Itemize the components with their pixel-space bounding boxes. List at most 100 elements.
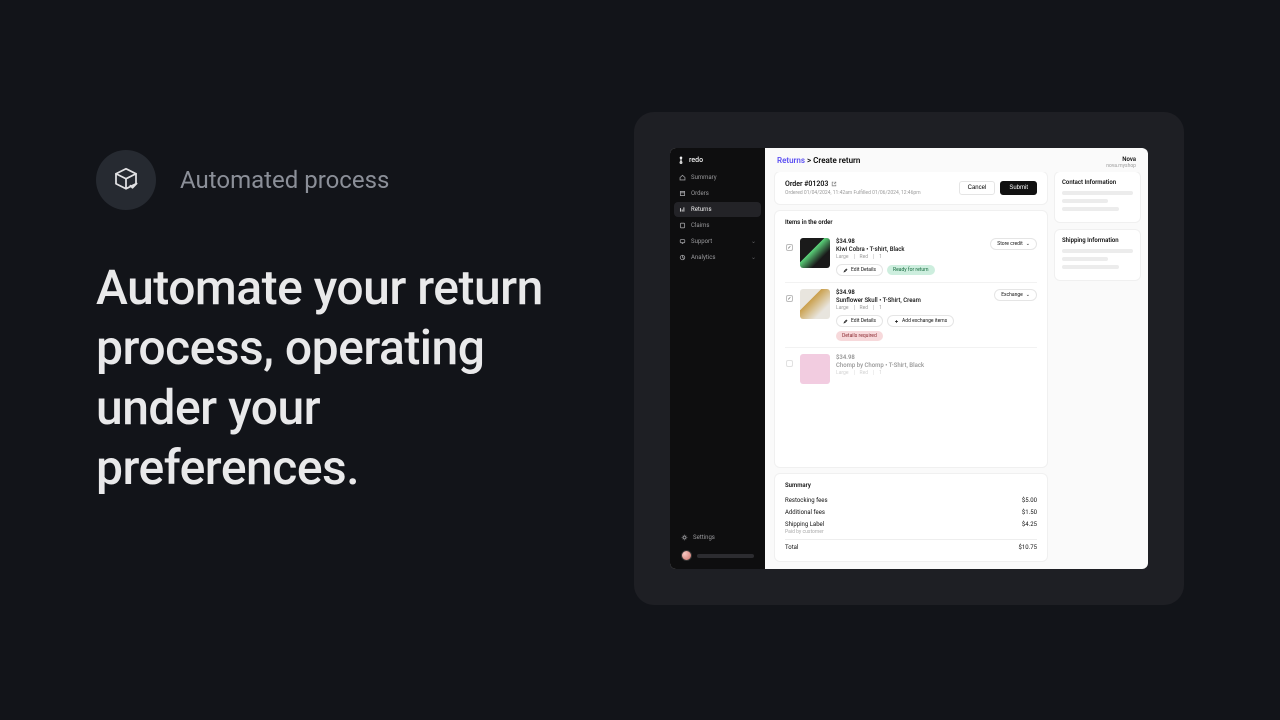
- total-value: $10.75: [1019, 544, 1037, 551]
- avatar: [681, 550, 692, 561]
- edit-details-button[interactable]: Edit Details: [836, 315, 883, 327]
- contact-info-title: Contact Information: [1062, 179, 1133, 186]
- claims-icon: [679, 222, 686, 229]
- items-title: Items in the order: [785, 219, 1037, 226]
- item-variants: Large Red 1: [836, 305, 988, 311]
- item-size: Large: [836, 370, 849, 376]
- app-logo[interactable]: redo: [670, 148, 765, 170]
- breadcrumb-current: Create return: [813, 156, 860, 165]
- summary-value: $4.25: [1022, 521, 1037, 535]
- external-link-icon[interactable]: [831, 181, 837, 187]
- item-thumbnail: [800, 289, 830, 319]
- summary-label: Additional fees: [785, 509, 825, 516]
- sidebar-label: Summary: [691, 174, 717, 181]
- pencil-icon: [843, 268, 848, 273]
- tenant-name: Nova: [1106, 156, 1136, 163]
- add-exchange-label: Add exchange items: [902, 318, 947, 324]
- item-price: $34.98: [836, 238, 984, 245]
- resolution-dropdown[interactable]: Exchange ⌄: [994, 289, 1037, 301]
- chevron-down-icon: ⌄: [751, 238, 756, 245]
- summary-row: Restocking fees $5.00: [785, 494, 1037, 506]
- summary-row: Shipping Label Paid by customer $4.25: [785, 518, 1037, 535]
- gear-icon: [681, 534, 688, 541]
- sidebar-item-returns[interactable]: Returns: [674, 202, 761, 217]
- submit-button[interactable]: Submit: [1000, 181, 1037, 195]
- skeleton-line: [1062, 207, 1119, 211]
- order-header-card: Order #01203 Ordered 01/04/2024, 11:42am…: [775, 172, 1047, 204]
- sidebar-item-claims[interactable]: Claims: [674, 218, 761, 233]
- item-thumbnail: [800, 354, 830, 384]
- breadcrumb: Returns > Create return: [777, 156, 860, 165]
- app-preview-card: redo Summary Orders Returns Claims: [634, 112, 1184, 605]
- summary-note: Paid by customer: [785, 529, 824, 535]
- resolution-dropdown[interactable]: Store credit ⌄: [990, 238, 1037, 250]
- breadcrumb-returns-link[interactable]: Returns: [777, 156, 805, 165]
- skeleton-line: [1062, 199, 1108, 203]
- settings-label: Settings: [693, 534, 715, 541]
- marketing-panel: Automated process Automate your return p…: [96, 150, 586, 498]
- item-size: Large: [836, 305, 849, 311]
- support-icon: [679, 238, 686, 245]
- orders-icon: [679, 190, 686, 197]
- chevron-down-icon: ⌄: [1026, 241, 1030, 247]
- item-qty: 1: [873, 370, 882, 376]
- sidebar-item-orders[interactable]: Orders: [674, 186, 761, 201]
- sidebar-item-summary[interactable]: Summary: [674, 170, 761, 185]
- sidebar-label: Returns: [691, 206, 712, 213]
- order-item: $34.98 Sunflower Skull • T-Shirt, Cream …: [785, 283, 1037, 348]
- item-checkbox[interactable]: [786, 244, 793, 251]
- item-checkbox[interactable]: [786, 360, 793, 367]
- shipping-info-card: Shipping Information: [1055, 230, 1140, 280]
- order-id: Order #01203: [785, 180, 921, 188]
- summary-value: $1.50: [1022, 509, 1037, 516]
- item-checkbox[interactable]: [786, 295, 793, 302]
- tenant-block[interactable]: Nova nova.myshop: [1106, 156, 1136, 169]
- item-variants: Large Red 1: [836, 254, 984, 260]
- order-item: $34.98 Kiwi Cobra • T-shirt, Black Large…: [785, 232, 1037, 283]
- item-name: Sunflower Skull • T-Shirt, Cream: [836, 297, 988, 304]
- order-id-text: Order #01203: [785, 180, 828, 188]
- sidebar-item-support[interactable]: Support ⌄: [674, 234, 761, 249]
- summary-label: Restocking fees: [785, 497, 828, 504]
- item-thumbnail: [800, 238, 830, 268]
- info-column: Contact Information Shipping Information: [1055, 172, 1140, 561]
- resolution-value: Store credit: [997, 241, 1023, 247]
- status-badge: Details required: [836, 331, 883, 341]
- order-item: $34.98 Chomp by Chomp • T-Shirt, Black L…: [785, 348, 1037, 390]
- home-icon: [679, 174, 686, 181]
- edit-details-label: Edit Details: [851, 318, 876, 324]
- sidebar: redo Summary Orders Returns Claims: [670, 148, 765, 569]
- sidebar-settings[interactable]: Settings: [676, 531, 759, 544]
- item-size: Large: [836, 254, 849, 260]
- item-price: $34.98: [836, 354, 1037, 361]
- tenant-url: nova.myshop: [1106, 163, 1136, 169]
- sidebar-label: Analytics: [691, 254, 715, 261]
- item-qty: 1: [873, 305, 882, 311]
- sidebar-item-analytics[interactable]: Analytics ⌄: [674, 250, 761, 265]
- skeleton-line: [1062, 265, 1119, 269]
- cancel-button[interactable]: Cancel: [959, 181, 996, 195]
- summary-row: Additional fees $1.50: [785, 506, 1037, 518]
- item-price: $34.98: [836, 289, 988, 296]
- item-color: Red: [854, 305, 869, 311]
- skeleton-line: [1062, 249, 1133, 253]
- sidebar-user[interactable]: [676, 544, 759, 563]
- analytics-icon: [679, 254, 686, 261]
- order-meta: Ordered 01/04/2024, 11:42am Fulfilled 01…: [785, 190, 921, 196]
- main-area: Returns > Create return Nova nova.myshop…: [765, 148, 1148, 569]
- item-variants: Large Red 1: [836, 370, 1037, 376]
- edit-details-button[interactable]: Edit Details: [836, 264, 883, 276]
- marketing-pill: Automated process: [96, 150, 586, 210]
- item-name: Chomp by Chomp • T-Shirt, Black: [836, 362, 1037, 369]
- breadcrumb-separator: >: [807, 156, 811, 165]
- shipping-info-title: Shipping Information: [1062, 237, 1133, 244]
- contact-info-card: Contact Information: [1055, 172, 1140, 222]
- plus-icon: [894, 319, 899, 324]
- summary-title: Summary: [785, 482, 1037, 489]
- marketing-headline: Automate your return process, operating …: [96, 258, 586, 498]
- sidebar-label: Support: [691, 238, 712, 245]
- chevron-down-icon: ⌄: [751, 254, 756, 261]
- item-name: Kiwi Cobra • T-shirt, Black: [836, 246, 984, 253]
- add-exchange-button[interactable]: Add exchange items: [887, 315, 954, 327]
- edit-details-label: Edit Details: [851, 267, 876, 273]
